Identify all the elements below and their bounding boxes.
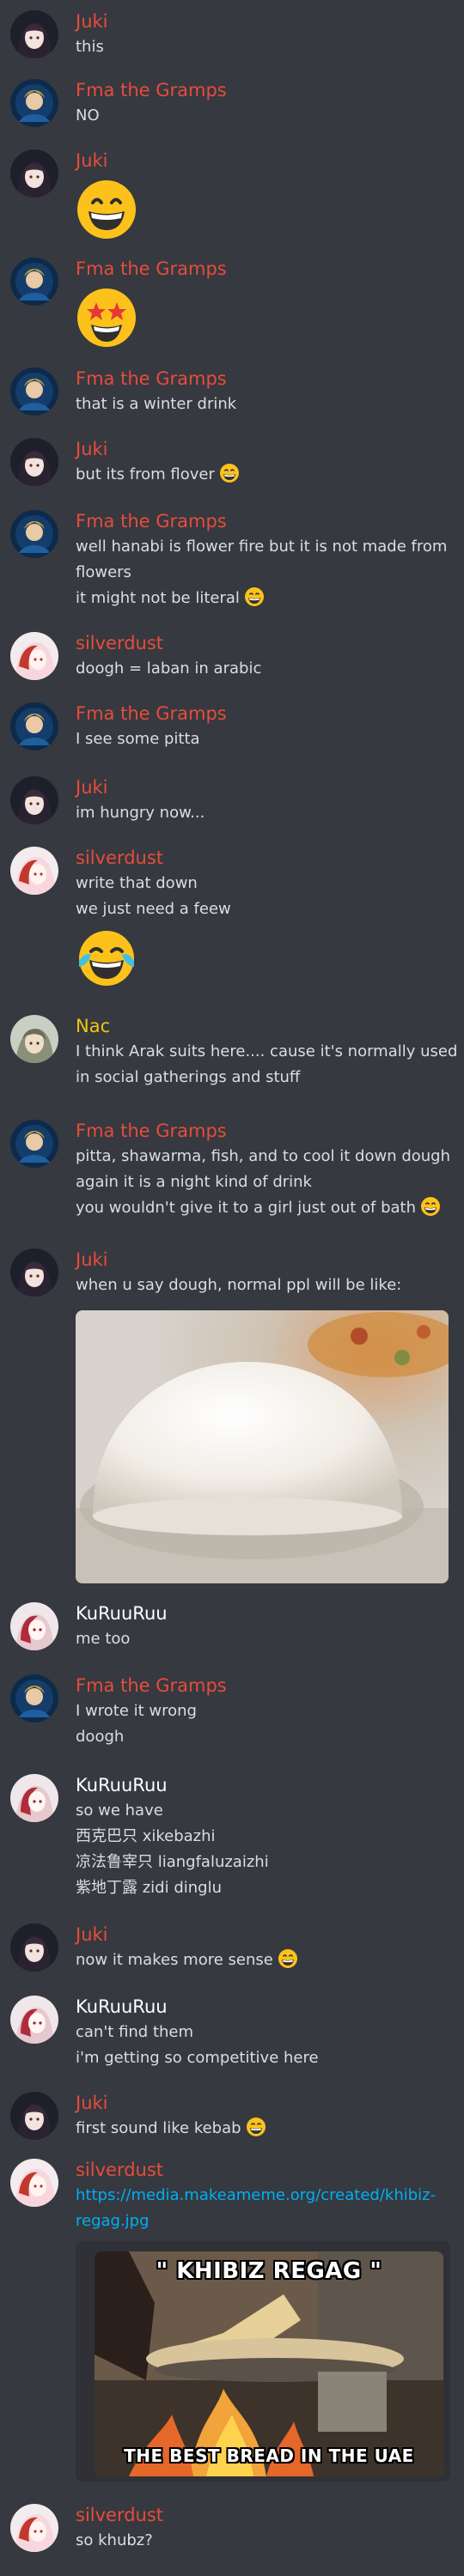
message-text: that is a winter drink [76, 395, 237, 413]
avatar-juki[interactable] [10, 10, 58, 58]
message-text-content: you wouldn't give it to a girl just out … [76, 1199, 417, 1217]
author-name[interactable]: Juki [76, 1923, 108, 1946]
author-name[interactable]: Juki [76, 438, 108, 460]
message-text: so khubz? [76, 2531, 153, 2549]
message-text: we just need a feew [76, 900, 231, 918]
avatar-fma-the-gramps[interactable] [10, 1120, 58, 1168]
author-name[interactable]: Fma the Gramps [76, 368, 227, 390]
message-text: well hanabi is flower fire but it is not… [76, 538, 448, 556]
avatar-juki[interactable] [10, 1923, 58, 1971]
message-text: I wrote it wrong [76, 1702, 197, 1720]
grin-emoji [421, 1197, 441, 1216]
message-text: I think Arak suits here.... cause it's n… [76, 1042, 458, 1060]
author-name[interactable]: Nac [76, 1015, 110, 1037]
message-text: i'm getting so competitive here [76, 2049, 319, 2067]
author-name[interactable]: Juki [76, 2092, 108, 2114]
message-text: 紫地丁露 zidi dinglu [76, 1879, 222, 1897]
message-text: so we have [76, 1801, 163, 1820]
avatar-fma-the-gramps[interactable] [10, 368, 58, 416]
avatar-silverdust[interactable] [10, 847, 58, 895]
message-text: pitta, shawarma, fish, and to cool it do… [76, 1147, 451, 1165]
avatar-silverdust[interactable] [10, 2504, 58, 2552]
message-link[interactable]: regag.jpg [76, 2208, 150, 2234]
author-name[interactable]: Fma the Gramps [76, 79, 227, 101]
author-name[interactable]: silverdust [76, 2504, 163, 2526]
author-name[interactable]: Fma the Gramps [76, 258, 227, 280]
dough-photo [76, 1310, 449, 1583]
author-name[interactable]: silverdust [76, 2159, 163, 2181]
author-name[interactable]: Juki [76, 149, 108, 172]
avatar-kuruuruu[interactable] [10, 1996, 58, 2044]
message-text: write that down [76, 874, 198, 892]
avatar-silverdust[interactable] [10, 632, 58, 680]
message-text-content: first sound like kebab [76, 2119, 241, 2137]
chat-message-list[interactable]: Juki this Fma the Gramps NO Juki Fma the… [0, 0, 464, 2576]
avatar-juki[interactable] [10, 2092, 58, 2140]
author-name[interactable]: Juki [76, 1249, 108, 1271]
message-text: again it is a night kind of drink [76, 1173, 312, 1191]
message-text: first sound like kebab [76, 2116, 266, 2142]
avatar-fma-the-gramps[interactable] [10, 702, 58, 750]
message-text: I see some pitta [76, 730, 200, 748]
link-embed: " KHIBIZ REGAG " THE BEST BREAD IN THE U… [76, 2241, 450, 2482]
avatar-fma-the-gramps[interactable] [10, 510, 58, 558]
message-text: doogh [76, 1728, 125, 1746]
avatar-fma-the-gramps[interactable] [10, 79, 58, 127]
author-name[interactable]: KuRuuRuu [76, 1602, 168, 1625]
author-name[interactable]: Fma the Gramps [76, 1120, 227, 1142]
avatar-nac[interactable] [10, 1015, 58, 1063]
message-text: im hungry now... [76, 804, 205, 822]
avatar-fma-the-gramps[interactable] [10, 258, 58, 306]
author-name[interactable]: Juki [76, 10, 108, 33]
meme-image [95, 2251, 443, 2476]
message-text: flowers [76, 563, 131, 581]
author-name[interactable]: Fma the Gramps [76, 702, 227, 725]
message-text: now it makes more sense [76, 1947, 298, 1973]
avatar-silverdust[interactable] [10, 2159, 58, 2207]
message-text: you wouldn't give it to a girl just out … [76, 1195, 441, 1221]
message-text-content: now it makes more sense [76, 1951, 273, 1969]
author-name[interactable]: Fma the Gramps [76, 510, 227, 532]
star-struck-face-emoji[interactable] [76, 287, 137, 349]
tears-of-joy-emoji[interactable] [76, 927, 137, 989]
message-text: can't find them [76, 2023, 194, 2041]
message-text: me too [76, 1630, 131, 1648]
message-text: 凉法鲁宰只 liangfaluzaizhi [76, 1853, 269, 1871]
author-name[interactable]: Fma the Gramps [76, 1674, 227, 1697]
grin-emoji [219, 464, 239, 483]
grin-emoji [246, 2117, 266, 2136]
grinning-face-emoji[interactable] [76, 179, 137, 240]
meme-image-attachment[interactable]: " KHIBIZ REGAG " THE BEST BREAD IN THE U… [95, 2251, 443, 2476]
message-text: when u say dough, normal ppl will be lik… [76, 1276, 402, 1294]
author-name[interactable]: KuRuuRuu [76, 1774, 168, 1796]
avatar-kuruuruu[interactable] [10, 1602, 58, 1650]
message-text: in social gatherings and stuff [76, 1068, 301, 1086]
meme-top-text: " KHIBIZ REGAG " [156, 2258, 382, 2284]
avatar-kuruuruu[interactable] [10, 1774, 58, 1822]
message-text: but its from flover [76, 462, 240, 488]
author-name[interactable]: silverdust [76, 847, 163, 869]
message-text-content: but its from flover [76, 465, 215, 483]
message-text: this [76, 38, 104, 56]
author-name[interactable]: Juki [76, 776, 108, 799]
message-text-content: it might not be literal [76, 589, 240, 607]
message-text: 西克巴只 xikebazhi [76, 1827, 216, 1845]
avatar-juki[interactable] [10, 438, 58, 486]
message-text: it might not be literal [76, 586, 265, 611]
grin-emoji [244, 587, 264, 606]
avatar-juki[interactable] [10, 776, 58, 824]
dough-photo-attachment[interactable] [76, 1310, 449, 1583]
meme-bottom-text: THE BEST BREAD IN THE UAE [124, 2445, 414, 2466]
avatar-fma-the-gramps[interactable] [10, 1674, 58, 1722]
avatar-juki[interactable] [10, 1249, 58, 1297]
message-link[interactable]: https://media.makeameme.org/created/khib… [76, 2183, 436, 2208]
avatar-juki[interactable] [10, 149, 58, 197]
author-name[interactable]: KuRuuRuu [76, 1996, 168, 2018]
author-name[interactable]: silverdust [76, 632, 163, 654]
message-text: NO [76, 106, 100, 125]
grin-emoji [278, 1949, 297, 1968]
message-text: doogh = laban in arabic [76, 659, 262, 677]
